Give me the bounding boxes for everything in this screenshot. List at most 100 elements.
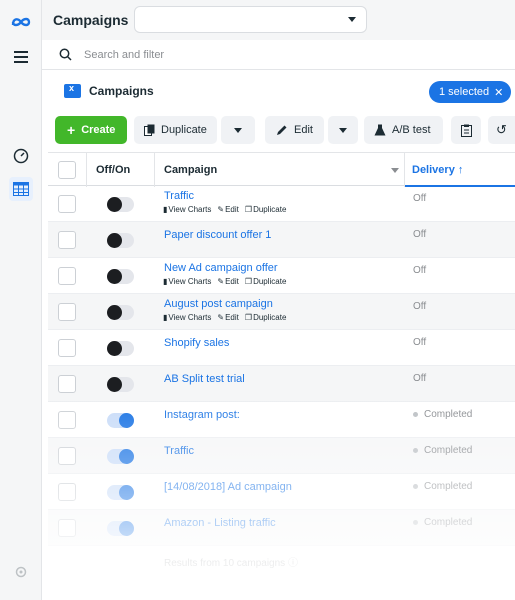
edit-action-label: Edit [225, 313, 239, 322]
tab-campaigns[interactable]: Campaigns [64, 83, 154, 98]
campaign-name-link[interactable]: AB Split test trial [164, 373, 245, 385]
pencil-icon: ✎ [217, 205, 225, 214]
table-header: Off/On Campaign Delivery ↑ [48, 152, 515, 187]
info-icon[interactable]: ⓘ [288, 558, 298, 569]
tab-campaigns-label: Campaigns [89, 84, 154, 98]
toggle-knob [119, 485, 134, 500]
table-row[interactable]: Amazon - Listing traffic Completed [48, 510, 515, 546]
toggle-knob [107, 269, 122, 284]
delivery-status: Completed [413, 481, 472, 492]
table-row[interactable]: Paper discount offer 1 Off [48, 222, 515, 258]
dashboard-gauge-icon[interactable] [9, 144, 33, 168]
edit-button[interactable]: Edit [265, 116, 324, 144]
duplicate-action[interactable]: ❐ Duplicate [245, 277, 287, 286]
table-row[interactable]: New Ad campaign offer ▮ View Charts ✎ Edit ❐ D… [48, 258, 515, 294]
row-checkbox[interactable] [58, 339, 76, 357]
table-row[interactable]: [14/08/2018] Ad campaign Completed [48, 474, 515, 510]
delivery-status-label: Off [413, 265, 427, 276]
selected-count-pill[interactable]: 1 selected ✕ [429, 81, 512, 103]
delivery-status: Off [413, 337, 426, 348]
delivery-status: Off [413, 229, 426, 240]
row-checkbox[interactable] [58, 411, 76, 429]
edit-action[interactable]: ✎ Edit [217, 313, 239, 322]
campaign-toggle[interactable] [107, 233, 134, 248]
chevron-down-icon[interactable] [391, 168, 399, 173]
duplicate-icon: ❐ [244, 277, 253, 286]
select-all-checkbox[interactable] [58, 161, 76, 179]
column-header-campaign[interactable]: Campaign [164, 164, 217, 176]
campaign-name-link[interactable]: Traffic [164, 190, 194, 202]
settings-gear-icon[interactable] [9, 560, 33, 584]
undo-button[interactable]: ↺ [488, 116, 515, 144]
row-checkbox[interactable] [58, 303, 76, 321]
table-row[interactable]: Traffic Completed [48, 438, 515, 474]
column-header-off-on[interactable]: Off/On [96, 164, 130, 176]
row-checkbox[interactable] [58, 519, 76, 537]
campaign-toggle[interactable] [107, 521, 134, 536]
delivery-status: Completed [413, 517, 472, 528]
close-icon[interactable]: ✕ [494, 86, 503, 99]
campaign-name-link[interactable]: Traffic [164, 445, 194, 457]
status-dot-icon [413, 412, 418, 417]
status-dot-icon [413, 520, 418, 525]
view-charts-action[interactable]: ▮ View Charts [163, 205, 211, 214]
duplicate-action[interactable]: ❐ Duplicate [245, 205, 287, 214]
campaign-name-link[interactable]: Paper discount offer 1 [164, 229, 271, 241]
campaign-toggle[interactable] [107, 305, 134, 320]
campaign-toggle[interactable] [107, 197, 134, 212]
bar-chart-icon: ▮ [163, 313, 168, 322]
menu-icon[interactable] [9, 45, 33, 69]
table-row[interactable]: AB Split test trial Off [48, 366, 515, 402]
search-bar [42, 40, 515, 70]
row-checkbox[interactable] [58, 231, 76, 249]
campaigns-table-icon[interactable] [9, 177, 33, 201]
meta-logo-icon[interactable] [9, 10, 33, 34]
campaign-toggle[interactable] [107, 485, 134, 500]
duplicate-options-button[interactable] [221, 116, 255, 144]
toggle-knob [107, 305, 122, 320]
column-divider [404, 153, 405, 187]
campaign-name-link[interactable]: August post campaign [164, 298, 273, 310]
campaigns-subheader: Campaigns 1 selected ✕ [42, 70, 515, 112]
account-selector[interactable] [134, 6, 367, 33]
chevron-down-icon [339, 127, 347, 133]
table-row[interactable]: August post campaign ▮ View Charts ✎ Edit ❐ Du… [48, 294, 515, 330]
view-charts-action[interactable]: ▮ View Charts [163, 277, 211, 286]
row-checkbox[interactable] [58, 267, 76, 285]
row-checkbox[interactable] [58, 375, 76, 393]
row-checkbox[interactable] [58, 483, 76, 501]
create-button[interactable]: + Create [55, 116, 127, 144]
ab-test-button[interactable]: A/B test [364, 116, 443, 144]
table-row[interactable]: Shopify sales Off [48, 330, 515, 366]
row-checkbox[interactable] [58, 195, 76, 213]
duplicate-action[interactable]: ❐ Duplicate [245, 313, 287, 322]
table-row[interactable]: Traffic ▮ View Charts ✎ Edit ❐ Duplicate Off [48, 186, 515, 222]
view-charts-action[interactable]: ▮ View Charts [163, 313, 211, 322]
table-row[interactable]: Instagram post: Completed [48, 402, 515, 438]
row-checkbox[interactable] [58, 447, 76, 465]
delivery-status-label: Off [413, 229, 427, 240]
column-header-delivery[interactable]: Delivery ↑ [412, 164, 463, 176]
row-actions: ▮ View Charts ✎ Edit ❐ Duplicate [163, 313, 286, 322]
campaign-toggle[interactable] [107, 413, 134, 428]
search-input[interactable] [84, 46, 484, 64]
campaign-name-link[interactable]: Instagram post: [164, 409, 240, 421]
edit-action[interactable]: ✎ Edit [217, 277, 239, 286]
duplicate-action-label: Duplicate [253, 205, 287, 214]
campaign-toggle[interactable] [107, 449, 134, 464]
edit-action[interactable]: ✎ Edit [217, 205, 239, 214]
delivery-status-label: Off [413, 301, 427, 312]
campaign-name-link[interactable]: [14/08/2018] Ad campaign [164, 481, 292, 493]
clipboard-button[interactable] [451, 116, 481, 144]
campaign-toggle[interactable] [107, 377, 134, 392]
toggle-knob [119, 449, 134, 464]
duplicate-button[interactable]: Duplicate [134, 116, 217, 144]
campaign-name-link[interactable]: Shopify sales [164, 337, 229, 349]
campaign-name-link[interactable]: New Ad campaign offer [164, 262, 278, 274]
sort-ascending-icon: ↑ [457, 164, 464, 176]
campaign-toggle[interactable] [107, 269, 134, 284]
campaign-name-link[interactable]: Amazon - Listing traffic [164, 517, 276, 529]
toggle-knob [107, 197, 122, 212]
edit-options-button[interactable] [328, 116, 358, 144]
campaign-toggle[interactable] [107, 341, 134, 356]
